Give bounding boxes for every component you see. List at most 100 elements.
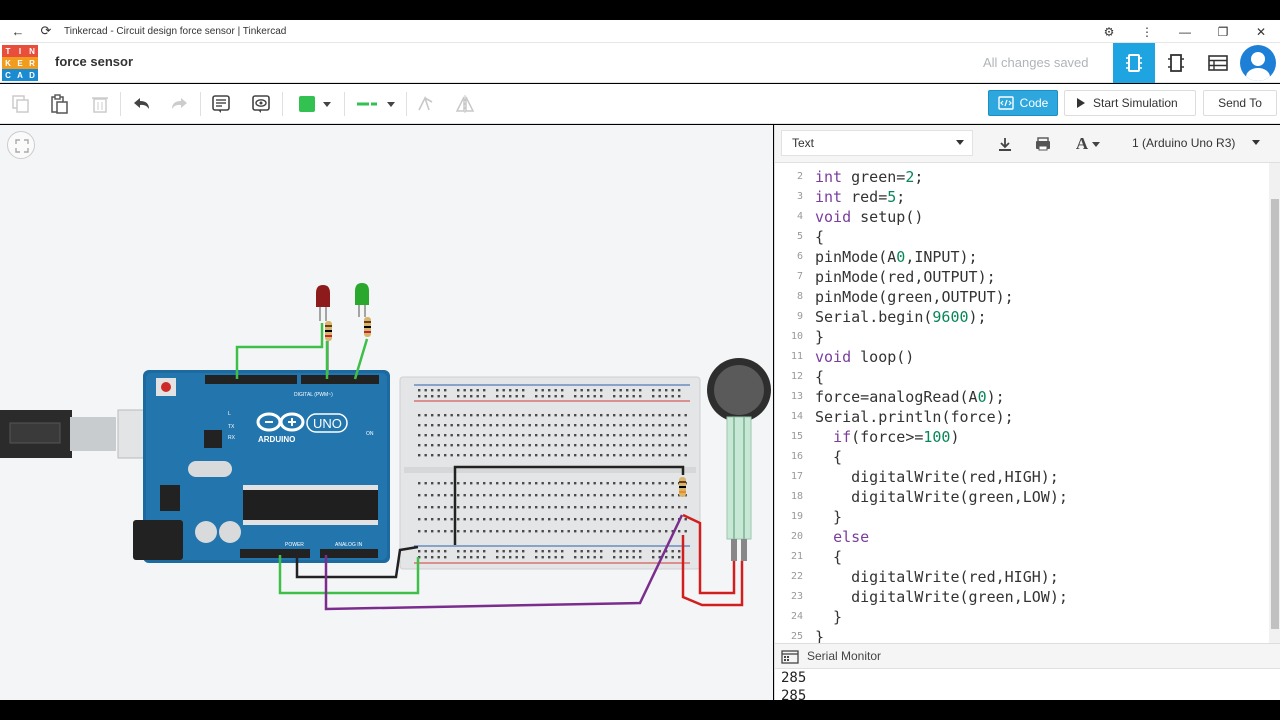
resistor[interactable] xyxy=(679,477,686,497)
code-line[interactable]: 9 Serial.begin(9600); xyxy=(775,307,1269,327)
project-name[interactable]: force sensor xyxy=(55,54,133,69)
undo-icon xyxy=(134,98,149,109)
delete-button[interactable] xyxy=(87,92,113,116)
rotate-button[interactable] xyxy=(412,92,438,116)
notes-visibility-button[interactable] xyxy=(248,92,274,116)
code-icon xyxy=(997,96,1014,110)
code-button-label: Code xyxy=(1019,96,1049,110)
code-line[interactable]: 6 pinMode(A0,INPUT); xyxy=(775,247,1269,267)
scrollbar-thumb[interactable] xyxy=(1271,199,1279,629)
toolbar-divider xyxy=(282,92,283,116)
code-line[interactable]: 4 void setup() xyxy=(775,207,1269,227)
browser-tab-title: Tinkercad - Circuit design force sensor … xyxy=(64,25,287,37)
code-line[interactable]: 8 pinMode(green,OUTPUT); xyxy=(775,287,1269,307)
code-line[interactable]: 18 digitalWrite(green,LOW); xyxy=(775,487,1269,507)
code-line[interactable]: 17 digitalWrite(red,HIGH); xyxy=(775,467,1269,487)
code-line[interactable]: 14 Serial.println(force); xyxy=(775,407,1269,427)
breadboard[interactable] xyxy=(399,376,701,570)
restore-icon[interactable]: ❐ xyxy=(1204,25,1242,39)
code-line[interactable]: 24 } xyxy=(775,607,1269,627)
red-led[interactable] xyxy=(316,285,330,321)
code-text: } xyxy=(815,628,825,643)
libraries-button[interactable] xyxy=(1028,132,1058,156)
code-line[interactable]: 2 int green=2; xyxy=(775,167,1269,187)
back-arrow-icon[interactable]: ← xyxy=(8,24,28,39)
code-line[interactable]: 25} xyxy=(775,627,1269,643)
code-line[interactable]: 10} xyxy=(775,327,1269,347)
paste-button[interactable] xyxy=(46,92,72,116)
code-line[interactable]: 20 else xyxy=(775,527,1269,547)
line-number: 3 xyxy=(796,191,803,202)
flip-button[interactable] xyxy=(452,92,478,116)
user-avatar[interactable] xyxy=(1240,45,1276,81)
reload-icon[interactable]: ⟳ xyxy=(36,23,56,39)
font-size-button[interactable]: A xyxy=(1069,132,1107,156)
chevron-down-icon xyxy=(1252,140,1260,145)
arduino-uno-board[interactable]: ARDUINO UNO DIGITAL (PWM~) POWER ANALOG … xyxy=(133,370,390,563)
logo-letter: C xyxy=(2,69,14,81)
code-text: pinMode(green,OUTPUT); xyxy=(815,288,1014,306)
code-line[interactable]: 16 { xyxy=(775,447,1269,467)
schematic-view-button[interactable] xyxy=(1155,43,1197,83)
line-number: 4 xyxy=(796,211,803,222)
app-header: TINKERCAD force sensor All changes saved xyxy=(0,43,1280,83)
green-led[interactable] xyxy=(355,283,369,317)
undo-button[interactable] xyxy=(128,92,154,116)
circuit-view-button[interactable] xyxy=(1113,43,1155,83)
circuit-workspace[interactable]: ARDUINO UNO DIGITAL (PWM~) POWER ANALOG … xyxy=(0,125,773,700)
code-line[interactable]: 22 digitalWrite(red,HIGH); xyxy=(775,567,1269,587)
code-line[interactable]: 11 void loop() xyxy=(775,347,1269,367)
download-code-button[interactable] xyxy=(990,132,1020,156)
code-line[interactable]: 3 int red=5; xyxy=(775,187,1269,207)
color-picker-button[interactable] xyxy=(292,92,338,116)
send-to-button[interactable]: Send To xyxy=(1203,90,1277,116)
code-line[interactable]: 23 digitalWrite(green,LOW); xyxy=(775,587,1269,607)
rx-led-label: RX xyxy=(228,435,236,441)
copy-button[interactable] xyxy=(8,92,34,116)
code-line[interactable]: 15 if(force>=100) xyxy=(775,427,1269,447)
editor-scrollbar[interactable] xyxy=(1269,163,1280,643)
toolbar-divider xyxy=(120,92,121,116)
circuit-canvas: ARDUINO UNO DIGITAL (PWM~) POWER ANALOG … xyxy=(0,283,771,611)
code-line[interactable]: 5{ xyxy=(775,227,1269,247)
usb-cable[interactable] xyxy=(0,409,151,459)
browser-menu-icon[interactable]: ⋮ xyxy=(1128,25,1166,39)
editing-toolbar: Code Start Simulation Send To xyxy=(0,84,1280,124)
redo-button[interactable] xyxy=(167,92,193,116)
tinkercad-logo[interactable]: TINKERCAD xyxy=(2,45,38,81)
terminal-icon xyxy=(781,650,799,664)
wire-type-button[interactable] xyxy=(350,92,400,116)
play-icon xyxy=(1077,98,1085,108)
component-list-button[interactable] xyxy=(1197,43,1239,83)
library-icon xyxy=(1036,137,1050,151)
code-text: void setup() xyxy=(815,208,924,226)
color-swatch xyxy=(299,96,315,112)
code-text: { xyxy=(815,548,843,566)
notes-button[interactable] xyxy=(208,92,234,116)
line-number: 18 xyxy=(790,491,803,502)
start-simulation-button[interactable]: Start Simulation xyxy=(1064,90,1196,116)
code-line[interactable]: 21 { xyxy=(775,547,1269,567)
code-line[interactable]: 19 } xyxy=(775,507,1269,527)
user-icon xyxy=(1246,52,1270,81)
resistor[interactable] xyxy=(364,317,371,337)
extensions-icon[interactable]: ⚙ xyxy=(1090,25,1128,39)
code-text: digitalWrite(red,HIGH); xyxy=(851,468,1059,486)
force-sensor[interactable] xyxy=(707,358,771,561)
close-icon[interactable]: ✕ xyxy=(1242,25,1280,39)
code-text: void loop() xyxy=(815,348,915,366)
serial-monitor-header[interactable]: Serial Monitor xyxy=(775,643,1280,669)
code-button[interactable]: Code xyxy=(988,90,1058,116)
code-line[interactable]: 7 pinMode(red,OUTPUT); xyxy=(775,267,1269,287)
code-text: { xyxy=(815,228,825,246)
device-select-value: 1 (Arduino Uno R3) xyxy=(1132,136,1236,150)
code-mode-select[interactable]: Text xyxy=(781,130,973,156)
code-line[interactable]: 13 force=analogRead(A0); xyxy=(775,387,1269,407)
minimize-icon[interactable]: — xyxy=(1166,25,1204,39)
device-select[interactable]: 1 (Arduino Uno R3) xyxy=(1121,130,1269,156)
code-editor[interactable]: 2 int green=2; 3 int red=5; 4 void setup() 5{6… xyxy=(775,163,1269,643)
code-text: if(force>=100) xyxy=(833,428,960,446)
line-number: 23 xyxy=(790,591,803,602)
code-line[interactable]: 12 { xyxy=(775,367,1269,387)
line-number: 16 xyxy=(790,451,803,462)
